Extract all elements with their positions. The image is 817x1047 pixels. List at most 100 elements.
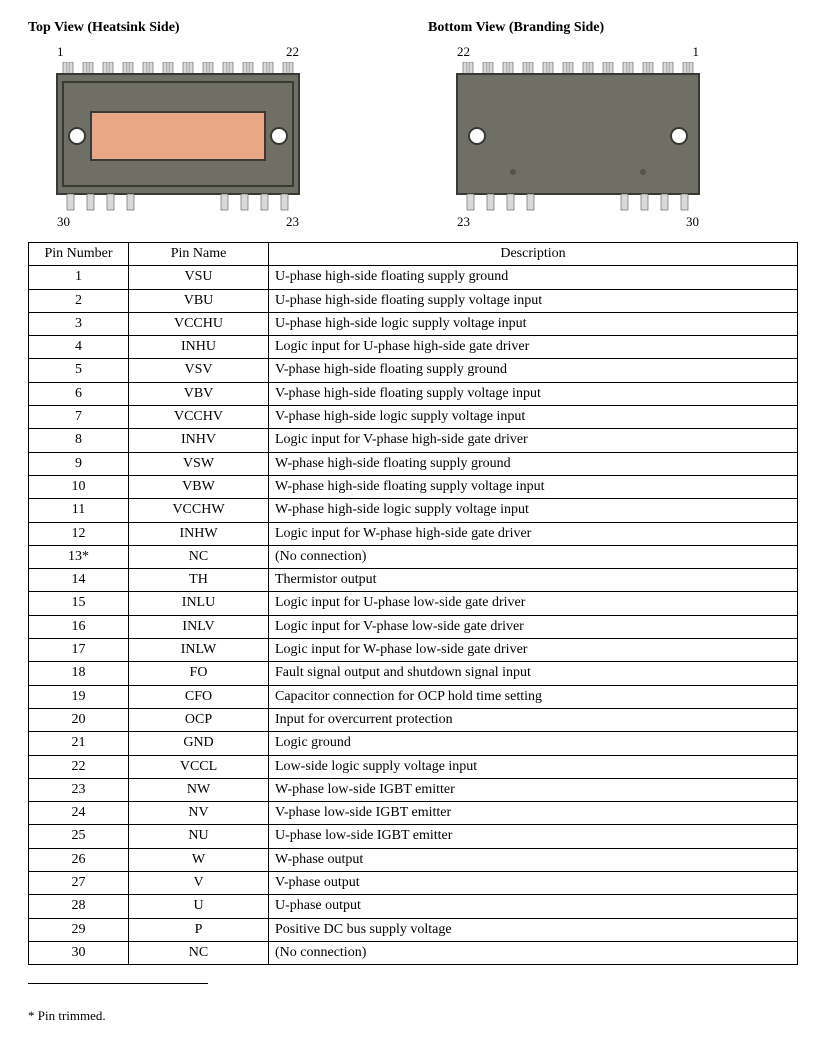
cell-pin-name: VCCHW (129, 499, 269, 522)
col-pin-number: Pin Number (29, 243, 129, 266)
cell-pin-name: NU (129, 825, 269, 848)
table-row: 24NVV-phase low-side IGBT emitter (29, 802, 798, 825)
cell-description: Logic input for V-phase low-side gate dr… (269, 615, 798, 638)
top-view-pin-tr: 22 (286, 44, 299, 60)
cell-description: Input for overcurrent protection (269, 708, 798, 731)
col-description: Description (269, 243, 798, 266)
cell-pin-name: CFO (129, 685, 269, 708)
cell-pin-name: NC (129, 545, 269, 568)
cell-pin-number: 16 (29, 615, 129, 638)
cell-description: Low-side logic supply voltage input (269, 755, 798, 778)
table-row: 27VV-phase output (29, 872, 798, 895)
cell-description: V-phase high-side logic supply voltage i… (269, 406, 798, 429)
cell-pin-number: 2 (29, 289, 129, 312)
cell-pin-number: 22 (29, 755, 129, 778)
table-row: 5VSVV-phase high-side floating supply gr… (29, 359, 798, 382)
table-row: 20OCPInput for overcurrent protection (29, 708, 798, 731)
cell-description: Logic ground (269, 732, 798, 755)
cell-description: U-phase high-side floating supply ground (269, 266, 798, 289)
bottom-view-block: Bottom View (Branding Side) 22 1 (428, 20, 728, 230)
table-row: 2VBUU-phase high-side floating supply vo… (29, 289, 798, 312)
cell-description: Logic input for W-phase low-side gate dr… (269, 639, 798, 662)
cell-pin-number: 27 (29, 872, 129, 895)
cell-pin-name: V (129, 872, 269, 895)
cell-pin-number: 10 (29, 475, 129, 498)
top-view-title: Top View (Heatsink Side) (28, 20, 328, 36)
top-view-block: Top View (Heatsink Side) 1 22 (28, 20, 328, 230)
bottom-view-pin-tr: 1 (693, 44, 700, 60)
cell-pin-number: 7 (29, 406, 129, 429)
table-row: 26WW-phase output (29, 848, 798, 871)
table-row: 7VCCHVV-phase high-side logic supply vol… (29, 406, 798, 429)
cell-description: Logic input for U-phase high-side gate d… (269, 336, 798, 359)
table-row: 18FOFault signal output and shutdown sig… (29, 662, 798, 685)
cell-description: W-phase output (269, 848, 798, 871)
cell-description: V-phase output (269, 872, 798, 895)
cell-description: Logic input for U-phase low-side gate dr… (269, 592, 798, 615)
table-row: 12INHWLogic input for W-phase high-side … (29, 522, 798, 545)
cell-pin-number: 19 (29, 685, 129, 708)
cell-pin-name: FO (129, 662, 269, 685)
cell-pin-number: 21 (29, 732, 129, 755)
cell-pin-name: VBU (129, 289, 269, 312)
cell-description: (No connection) (269, 941, 798, 964)
cell-pin-number: 3 (29, 312, 129, 335)
cell-pin-name: VSU (129, 266, 269, 289)
table-row: 13*NC(No connection) (29, 545, 798, 568)
bottom-view-pin-bl: 23 (457, 214, 470, 230)
col-pin-name: Pin Name (129, 243, 269, 266)
table-row: 1VSUU-phase high-side floating supply gr… (29, 266, 798, 289)
cell-pin-name: INLW (129, 639, 269, 662)
top-view-pin-bl: 30 (57, 214, 70, 230)
cell-pin-number: 24 (29, 802, 129, 825)
cell-description: V-phase low-side IGBT emitter (269, 802, 798, 825)
table-row: 21GNDLogic ground (29, 732, 798, 755)
bottom-view-pin-br: 30 (686, 214, 699, 230)
table-row: 25NUU-phase low-side IGBT emitter (29, 825, 798, 848)
table-header-row: Pin Number Pin Name Description (29, 243, 798, 266)
table-row: 22VCCLLow-side logic supply voltage inpu… (29, 755, 798, 778)
bottom-view-figure: 22 1 (453, 44, 703, 230)
cell-pin-name: W (129, 848, 269, 871)
cell-pin-name: INLV (129, 615, 269, 638)
cell-pin-name: INHU (129, 336, 269, 359)
table-row: 3VCCHUU-phase high-side logic supply vol… (29, 312, 798, 335)
cell-description: U-phase low-side IGBT emitter (269, 825, 798, 848)
cell-pin-number: 17 (29, 639, 129, 662)
cell-pin-number: 8 (29, 429, 129, 452)
table-row: 4INHULogic input for U-phase high-side g… (29, 336, 798, 359)
pin-description-table: Pin Number Pin Name Description 1VSUU-ph… (28, 242, 798, 965)
cell-pin-name: VBW (129, 475, 269, 498)
table-row: 11VCCHWW-phase high-side logic supply vo… (29, 499, 798, 522)
cell-pin-number: 12 (29, 522, 129, 545)
table-row: 28UU-phase output (29, 895, 798, 918)
cell-pin-name: U (129, 895, 269, 918)
cell-pin-number: 28 (29, 895, 129, 918)
package-top-icon (53, 62, 303, 212)
cell-description: Positive DC bus supply voltage (269, 918, 798, 941)
cell-description: Thermistor output (269, 569, 798, 592)
cell-pin-number: 6 (29, 382, 129, 405)
cell-pin-number: 5 (29, 359, 129, 382)
cell-pin-name: INHW (129, 522, 269, 545)
cell-pin-name: NV (129, 802, 269, 825)
cell-pin-number: 26 (29, 848, 129, 871)
cell-description: W-phase low-side IGBT emitter (269, 778, 798, 801)
cell-description: V-phase high-side floating supply voltag… (269, 382, 798, 405)
cell-description: W-phase high-side logic supply voltage i… (269, 499, 798, 522)
cell-description: (No connection) (269, 545, 798, 568)
cell-pin-name: VCCHU (129, 312, 269, 335)
cell-pin-number: 25 (29, 825, 129, 848)
cell-description: Logic input for V-phase high-side gate d… (269, 429, 798, 452)
cell-pin-name: VCCHV (129, 406, 269, 429)
package-bottom-icon (453, 62, 703, 212)
cell-pin-name: GND (129, 732, 269, 755)
cell-pin-number: 13* (29, 545, 129, 568)
table-row: 17INLWLogic input for W-phase low-side g… (29, 639, 798, 662)
footnote: * Pin trimmed. (28, 1008, 797, 1024)
cell-description: Capacitor connection for OCP hold time s… (269, 685, 798, 708)
cell-description: U-phase high-side floating supply voltag… (269, 289, 798, 312)
table-row: 14THThermistor output (29, 569, 798, 592)
table-row: 6VBVV-phase high-side floating supply vo… (29, 382, 798, 405)
cell-pin-number: 15 (29, 592, 129, 615)
